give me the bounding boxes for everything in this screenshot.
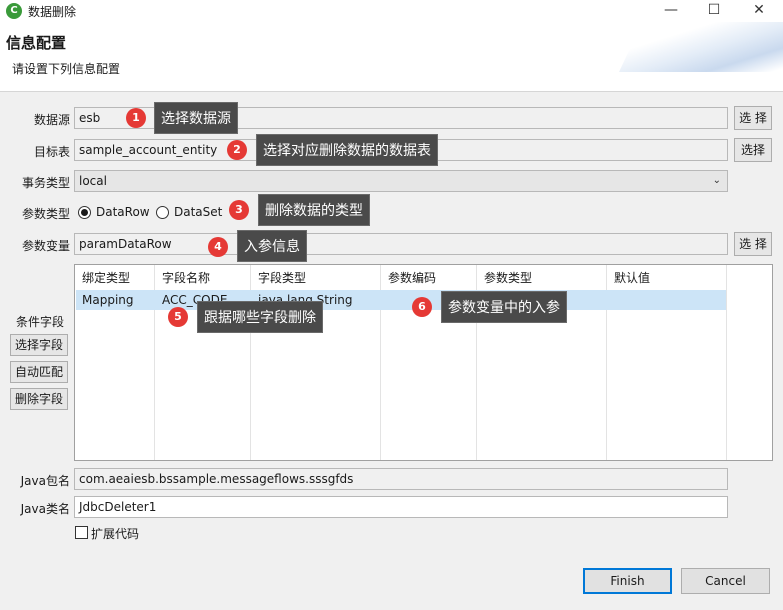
page-subtitle: 请设置下列信息配置	[12, 62, 121, 76]
auto-match-button[interactable]: 自动匹配	[10, 361, 68, 383]
select-datasource-button[interactable]: 选 择	[734, 106, 772, 130]
java-class-field[interactable]: JdbcDeleter1	[74, 496, 728, 518]
annotation-badge: 1	[126, 108, 146, 128]
annotation-badge: 5	[168, 307, 188, 327]
close-icon[interactable]: ✕	[739, 0, 779, 22]
java-package-label: Java包名	[20, 474, 70, 488]
column-header[interactable]: 绑定类型	[82, 269, 130, 286]
annotation-callout: 删除数据的类型	[258, 194, 370, 226]
cancel-button[interactable]: Cancel	[681, 568, 770, 594]
minimize-icon[interactable]: —	[651, 0, 691, 22]
select-variable-button[interactable]: 选 择	[734, 232, 772, 256]
annotation-callout: 参数变量中的入参	[441, 291, 567, 323]
finish-button[interactable]: Finish	[583, 568, 672, 594]
annotation-badge: 4	[208, 237, 228, 257]
datasource-label: 数据源	[33, 113, 70, 127]
maximize-icon[interactable]: ☐	[694, 0, 734, 22]
chevron-down-icon: ⌄	[712, 175, 721, 186]
annotation-badge: 3	[229, 200, 249, 220]
param-type-label: 参数类型	[21, 207, 70, 221]
app-icon: C	[6, 3, 22, 19]
page-title: 信息配置	[6, 34, 67, 52]
radio-dataset-label: DataSet	[174, 205, 223, 219]
param-variable-label: 参数变量	[21, 239, 70, 253]
condition-label: 条件字段	[15, 315, 64, 329]
java-class-label: Java类名	[20, 502, 70, 516]
radio-datarow-label: DataRow	[96, 205, 150, 219]
transaction-type-label: 事务类型	[21, 176, 70, 190]
annotation-badge: 6	[412, 297, 432, 317]
annotation-callout: 跟据哪些字段删除	[197, 301, 323, 333]
window-title: 数据删除	[28, 5, 77, 19]
select-table-button[interactable]: 选择	[734, 138, 772, 162]
target-table-label: 目标表	[33, 145, 70, 159]
column-divider	[726, 265, 727, 460]
annotation-callout: 选择对应删除数据的数据表	[256, 134, 438, 166]
extend-code-checkbox[interactable]	[75, 526, 88, 539]
annotation-callout: 选择数据源	[154, 102, 238, 134]
column-header[interactable]: 字段类型	[258, 269, 306, 286]
delete-field-button[interactable]: 删除字段	[10, 388, 68, 410]
transaction-type-select[interactable]: local ⌄	[74, 170, 728, 192]
column-header[interactable]: 默认值	[614, 269, 650, 286]
radio-datarow[interactable]	[78, 206, 91, 219]
column-header[interactable]: 参数类型	[484, 269, 532, 286]
table-cell: Mapping	[82, 293, 134, 307]
column-header[interactable]: 字段名称	[162, 269, 210, 286]
select-field-button[interactable]: 选择字段	[10, 334, 68, 356]
header-decoration	[619, 22, 783, 72]
radio-dataset[interactable]	[156, 206, 169, 219]
annotation-badge: 2	[227, 140, 247, 160]
dialog-header: 信息配置 请设置下列信息配置	[0, 22, 783, 92]
java-package-field[interactable]: com.aeaiesb.bssample.messageflows.sssgfd…	[74, 468, 728, 490]
condition-table[interactable]: 绑定类型 字段名称 字段类型 参数编码 参数类型 默认值 Mapping ACC…	[74, 264, 773, 461]
annotation-callout: 入参信息	[237, 230, 307, 262]
transaction-type-value: local	[79, 174, 107, 188]
column-header[interactable]: 参数编码	[388, 269, 436, 286]
extend-code-label: 扩展代码	[91, 527, 140, 541]
title-bar: C 数据删除 — ☐ ✕	[0, 0, 783, 22]
param-variable-field[interactable]: paramDataRow	[74, 233, 728, 255]
